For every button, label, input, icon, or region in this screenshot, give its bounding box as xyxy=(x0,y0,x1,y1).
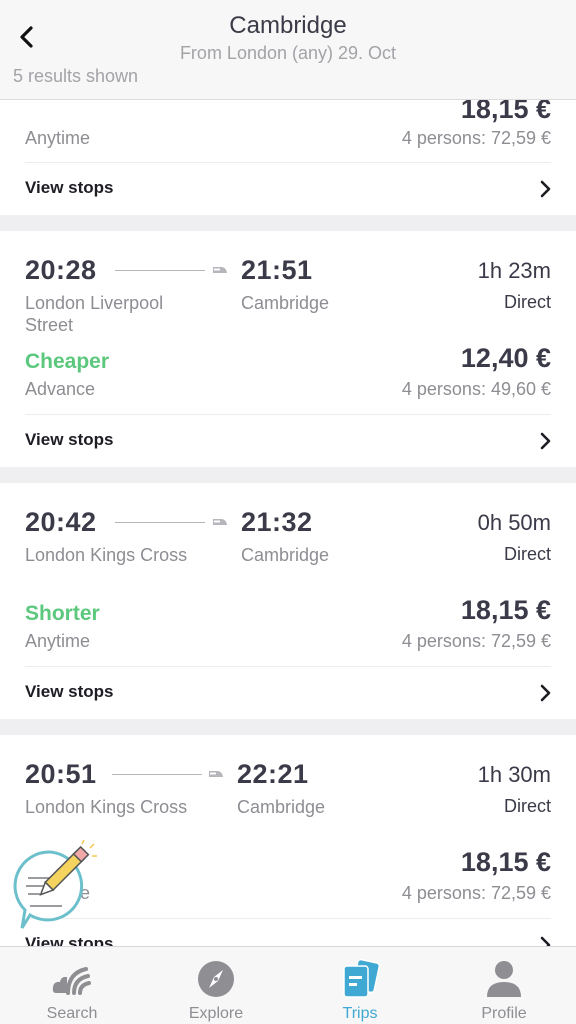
app-screen: 18,15 € Anytime 4 persons: 72,59 € View … xyxy=(0,0,576,1024)
trip-duration: 1h 23m xyxy=(477,258,551,283)
train-icon xyxy=(213,519,227,525)
trip-price: 18,15 € xyxy=(460,847,551,877)
tab-label: Explore xyxy=(188,1005,244,1022)
chevron-right-icon xyxy=(540,180,551,198)
tab-label: Search xyxy=(46,1005,98,1022)
view-stops-button[interactable]: View stops xyxy=(0,163,576,215)
trips-cards-icon xyxy=(343,959,380,998)
trip-changes: Direct xyxy=(503,544,551,564)
page-title: Cambridge xyxy=(229,12,347,39)
fare-type: Advance xyxy=(25,379,96,399)
arrival-station: Cambridge xyxy=(241,545,330,565)
tab-label: Profile xyxy=(481,1005,527,1022)
trip-price: 18,15 € xyxy=(460,595,551,625)
feedback-pencil-icon[interactable] xyxy=(10,838,102,934)
trip-duration: 1h 30m xyxy=(477,762,551,787)
route-line xyxy=(115,270,205,271)
group-price: 4 persons: 72,59 € xyxy=(401,883,551,903)
arrival-station: Cambridge xyxy=(241,293,330,313)
arrival-time: 22:21 xyxy=(237,759,309,789)
route-line xyxy=(112,774,202,775)
departure-time: 20:42 xyxy=(25,507,97,537)
group-price: 4 persons: 72,59 € xyxy=(401,631,551,651)
view-stops-button[interactable]: View stops xyxy=(0,415,576,467)
trip-price: 12,40 € xyxy=(460,343,551,373)
fare-type: Anytime xyxy=(25,128,91,148)
departure-time: 20:51 xyxy=(25,759,97,789)
trip-card[interactable]: 20:28 21:51 1h 23m London Liverpool Stre… xyxy=(0,231,576,467)
departure-station: London Kings Cross xyxy=(25,545,188,565)
view-stops-label: View stops xyxy=(25,682,114,701)
trip-card-partial: 18,15 € Anytime 4 persons: 72,59 € View … xyxy=(0,90,576,215)
arrival-station: Cambridge xyxy=(237,797,326,817)
tab-profile[interactable]: Profile xyxy=(432,947,576,1024)
search-cloud-icon xyxy=(52,967,91,995)
view-stops-label: View stops xyxy=(25,178,114,197)
chevron-right-icon xyxy=(540,684,551,702)
departure-station: London Kings Cross xyxy=(25,797,188,817)
view-stops-button[interactable]: View stops xyxy=(0,667,576,719)
tab-explore[interactable]: Explore xyxy=(144,947,288,1024)
train-icon xyxy=(209,771,223,777)
tab-search[interactable]: Search xyxy=(0,947,144,1024)
trip-duration: 0h 50m xyxy=(477,510,551,535)
fare-type: Anytime xyxy=(25,631,91,651)
tab-trips[interactable]: Trips xyxy=(288,947,432,1024)
departure-station: London Liverpool Street xyxy=(25,293,164,335)
page-subtitle: From London (any) 29. Oct xyxy=(179,43,397,63)
arrival-time: 21:51 xyxy=(241,255,313,285)
tab-label: Trips xyxy=(342,1005,378,1022)
arrival-time: 21:32 xyxy=(241,507,313,537)
departure-time: 20:28 xyxy=(25,255,97,285)
route-line xyxy=(115,522,205,523)
chevron-right-icon xyxy=(540,432,551,450)
nav-header: Cambridge From London (any) 29. Oct 5 re… xyxy=(0,0,576,100)
trip-changes: Direct xyxy=(503,796,551,816)
group-price: 4 persons: 49,60 € xyxy=(401,379,551,399)
group-price: 4 persons: 72,59 € xyxy=(401,128,551,148)
bottom-tab-bar: Search Explore Trips Profile xyxy=(0,946,576,1024)
results-count: 5 results shown xyxy=(13,66,139,86)
trip-changes: Direct xyxy=(503,292,551,312)
view-stops-label: View stops xyxy=(25,430,114,449)
trip-card[interactable]: 20:42 21:32 0h 50m London Kings Cross Ca… xyxy=(0,483,576,719)
trip-tag: Shorter xyxy=(25,602,100,625)
trip-tag: Cheaper xyxy=(25,350,110,373)
person-icon xyxy=(487,961,521,997)
train-icon xyxy=(213,267,227,273)
compass-icon xyxy=(198,961,234,997)
